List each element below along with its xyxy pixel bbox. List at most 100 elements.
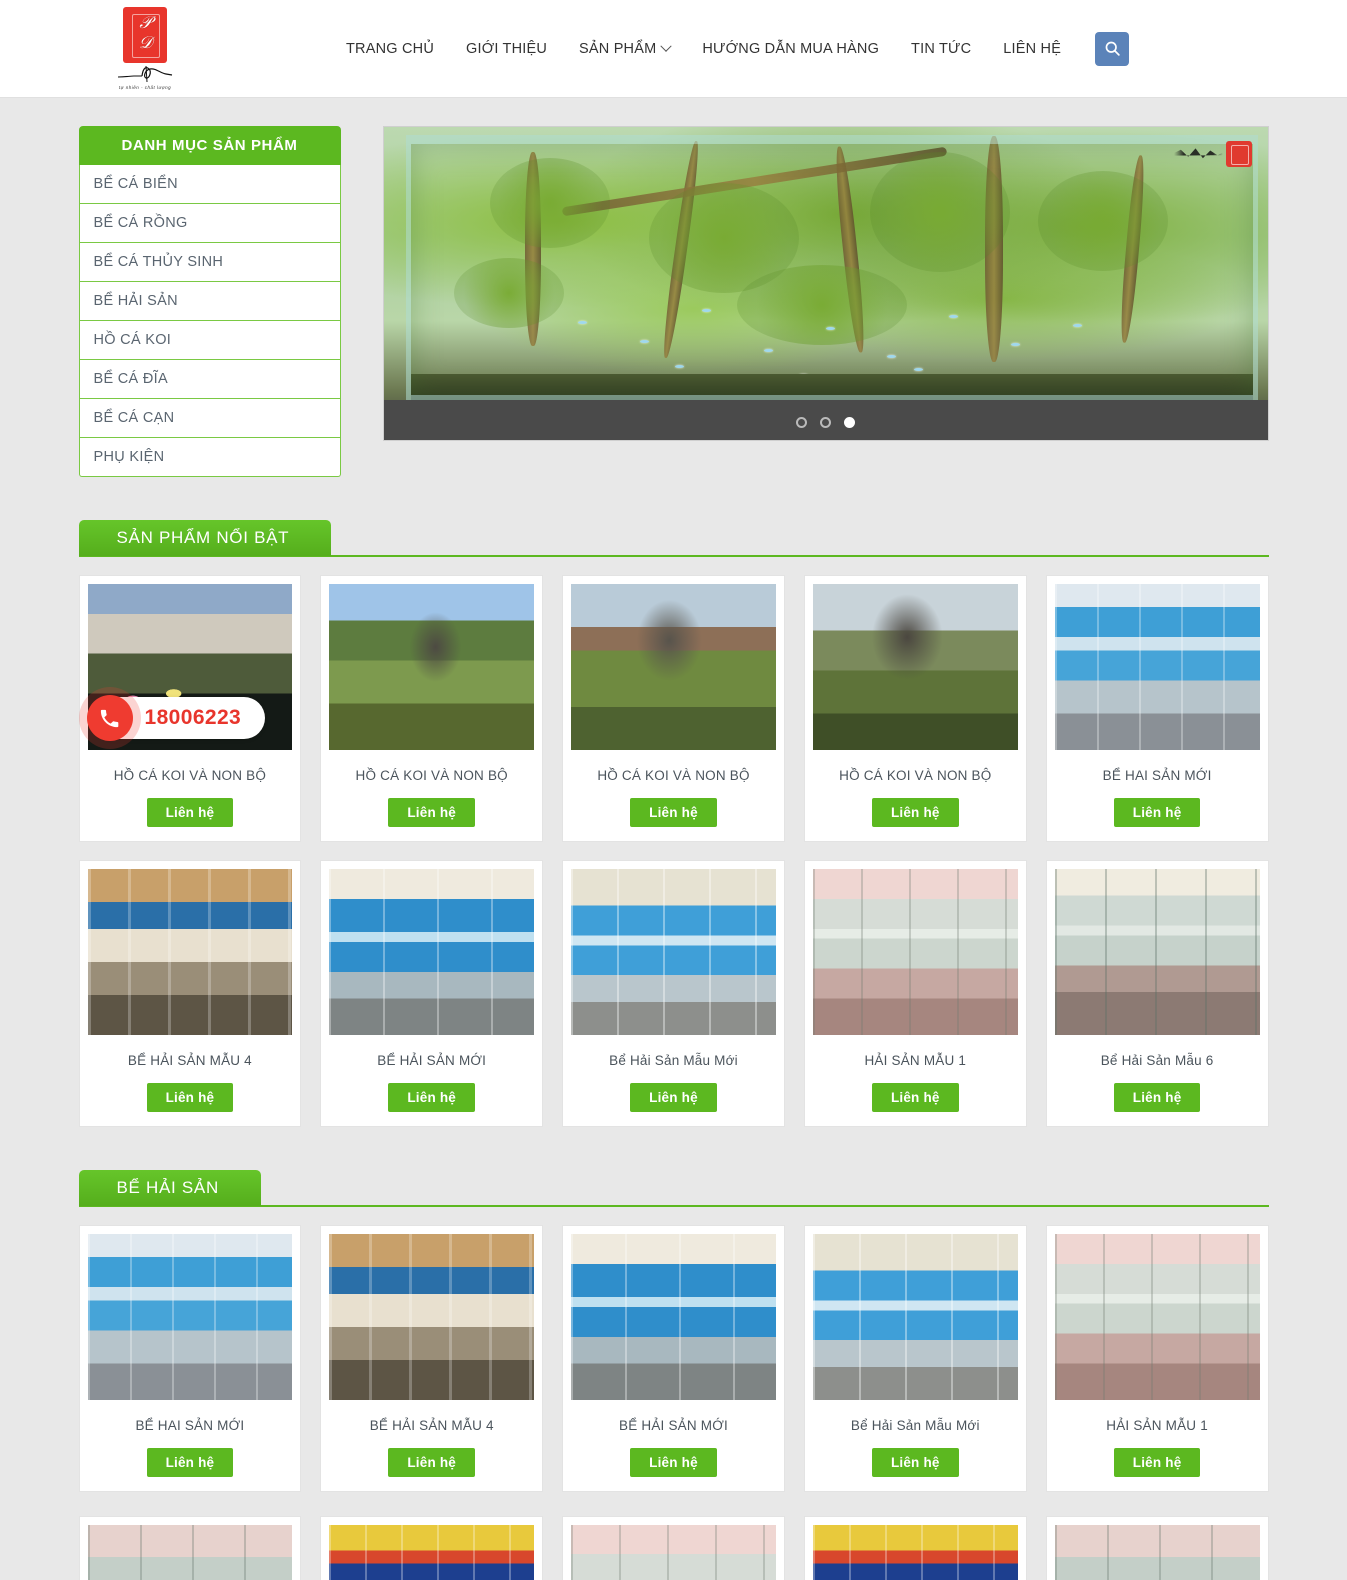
nav-label: GIỚI THIỆU	[466, 40, 548, 57]
product-title: HỒ CÁ KOI VÀ NON BỘ	[597, 768, 750, 783]
contact-button[interactable]: Liên hệ	[630, 1083, 717, 1112]
product-thumbnail	[571, 869, 776, 1035]
product-grid-featured-row2: BỂ HẢI SẢN MẪU 4 Liên hệ BỂ HẢI SẢN MỚI …	[78, 860, 1269, 1127]
hero-slider[interactable]	[382, 126, 1269, 441]
slider-dot-2[interactable]	[820, 417, 831, 428]
product-title: BỂ HAI SẢN MỚI	[135, 1418, 245, 1433]
main-navigation: TRANG CHỦ GIỚI THIỆU SẢN PHẨM HƯỚNG DẪN …	[330, 31, 1130, 67]
logo-mark-icon: 𝒫𝒟	[123, 7, 167, 63]
product-grid-seafood-row2-partial	[78, 1516, 1269, 1580]
product-card[interactable]: BỂ HẢI SẢN MỚI Liên hệ	[562, 1225, 785, 1492]
product-card[interactable]: Bể Hải Sản Mẫu Mới Liên hệ	[562, 860, 785, 1127]
product-thumbnail	[87, 1525, 293, 1580]
product-thumbnail	[329, 869, 535, 1035]
contact-button[interactable]: Liên hệ	[630, 798, 717, 827]
product-thumbnail	[1054, 1525, 1260, 1580]
sidebar-item-be-ca-bien[interactable]: BỂ CÁ BIỂN	[78, 165, 341, 204]
product-title: BỂ HẢI SẢN MẪU 4	[369, 1418, 494, 1433]
product-card[interactable]: BỂ HAI SẢN MỚI Liên hệ	[1045, 575, 1269, 842]
contact-button[interactable]: Liên hệ	[871, 798, 959, 827]
nav-item-huong-dan-mua-hang[interactable]: HƯỚNG DẪN MUA HÀNG	[686, 31, 895, 67]
contact-button[interactable]: Liên hệ	[388, 798, 476, 827]
product-thumbnail	[329, 584, 535, 750]
product-card[interactable]: HẢI SẢN MẪU 1 Liên hệ	[803, 860, 1027, 1127]
contact-button[interactable]: Liên hệ	[146, 1083, 234, 1112]
nav-label: TRANG CHỦ	[346, 40, 434, 57]
product-thumbnail	[1054, 1234, 1260, 1400]
section-title: SẢN PHẨM NỔI BẬT	[78, 520, 332, 556]
sidebar-item-phu-kien[interactable]: PHỤ KIỆN	[78, 438, 341, 477]
product-card[interactable]	[562, 1516, 785, 1580]
search-icon	[1105, 41, 1120, 56]
nav-label: SẢN PHẨM	[579, 40, 657, 57]
product-card[interactable]	[78, 1516, 302, 1580]
sidebar-item-be-ca-can[interactable]: BỂ CÁ CẠN	[78, 399, 341, 438]
slider-dot-1[interactable]	[796, 417, 807, 428]
contact-button[interactable]: Liên hệ	[1113, 798, 1201, 827]
contact-button[interactable]: Liên hệ	[1113, 1448, 1201, 1477]
product-card[interactable]: BỂ HẢI SẢN MẪU 4 Liên hệ	[78, 860, 302, 1127]
product-card[interactable]: HỒ CÁ KOI VÀ NON BỘ Liên hệ	[803, 575, 1027, 842]
content-container: 18006223 DANH MỤC SẢN PHẨM BỂ CÁ BIỂN BỂ…	[78, 98, 1269, 1580]
nav-item-trang-chu[interactable]: TRANG CHỦ	[330, 31, 450, 67]
sidebar-item-be-ca-thuy-sinh[interactable]: BỂ CÁ THỦY SINH	[78, 243, 341, 282]
sidebar-item-ho-ca-koi[interactable]: HỒ CÁ KOI	[78, 321, 341, 360]
slider-dot-3[interactable]	[844, 417, 855, 428]
logo-swash-icon	[116, 64, 174, 86]
product-thumbnail	[329, 1525, 535, 1580]
slider-dots	[384, 417, 1268, 428]
contact-button[interactable]: Liên hệ	[146, 1448, 234, 1477]
product-card[interactable]	[803, 1516, 1027, 1580]
contact-button[interactable]: Liên hệ	[388, 1448, 476, 1477]
sidebar-title: DANH MỤC SẢN PHẨM	[78, 126, 341, 165]
section-title: BỂ HẢI SẢN	[78, 1170, 261, 1206]
product-thumbnail	[812, 584, 1018, 750]
site-header: 𝒫𝒟 tự nhiên - chất lượng TRANG CHỦ GIỚI …	[0, 0, 1347, 98]
contact-button[interactable]: Liên hệ	[1113, 1083, 1201, 1112]
product-title: HỒ CÁ KOI VÀ NON BỘ	[113, 768, 267, 783]
product-grid-seafood-row1: BỂ HAI SẢN MỚI Liên hệ BỂ HẢI SẢN MẪU 4 …	[78, 1225, 1269, 1492]
product-card[interactable]: Bể Hải Sản Mẫu Mới Liên hệ	[803, 1225, 1027, 1492]
section-seafood-tanks: BỂ HẢI SẢN BỂ HAI SẢN MỚI Liên hệ BỂ HẢI…	[78, 1170, 1269, 1580]
product-thumbnail	[571, 1525, 776, 1580]
product-card[interactable]: BỂ HAI SẢN MỚI Liên hệ	[78, 1225, 302, 1492]
top-area: DANH MỤC SẢN PHẨM BỂ CÁ BIỂN BỂ CÁ RỒNG …	[78, 98, 1269, 477]
nav-item-lien-he[interactable]: LIÊN HỆ	[987, 31, 1077, 67]
nav-item-tin-tuc[interactable]: TIN TỨC	[895, 31, 987, 67]
product-card[interactable]: Bể Hải Sản Mẫu 6 Liên hệ	[1045, 860, 1269, 1127]
contact-button[interactable]: Liên hệ	[871, 1448, 959, 1477]
hotline-widget[interactable]: 18006223	[86, 695, 266, 741]
product-card[interactable]: BỂ HẢI SẢN MỚI Liên hệ	[320, 860, 544, 1127]
product-card[interactable]	[1045, 1516, 1269, 1580]
product-card[interactable]	[320, 1516, 544, 1580]
product-card[interactable]: HỒ CÁ KOI VÀ NON BỘ Liên hệ	[320, 575, 544, 842]
product-title: Bể Hải Sản Mẫu Mới	[609, 1053, 738, 1068]
product-title: HỒ CÁ KOI VÀ NON BỘ	[355, 768, 508, 783]
product-title: BỂ HẢI SẢN MỚI	[619, 1418, 728, 1433]
phone-icon	[100, 709, 119, 727]
product-title: HẢI SẢN MẪU 1	[1106, 1418, 1208, 1433]
logo-glyph-text: 𝒫𝒟	[138, 13, 153, 53]
product-card[interactable]: BỂ HẢI SẢN MẪU 4 Liên hệ	[320, 1225, 544, 1492]
product-card[interactable]: HẢI SẢN MẪU 1 Liên hệ	[1045, 1225, 1269, 1492]
nav-item-san-pham[interactable]: SẢN PHẨM	[563, 31, 686, 67]
product-card[interactable]: HỒ CÁ KOI VÀ NON BỘ Liên hệ	[562, 575, 785, 842]
product-thumbnail	[571, 1234, 776, 1400]
nav-item-gioi-thieu[interactable]: GIỚI THIỆU	[450, 31, 563, 67]
contact-button[interactable]: Liên hệ	[871, 1083, 959, 1112]
search-button[interactable]	[1095, 31, 1130, 66]
contact-button[interactable]: Liên hệ	[146, 798, 234, 827]
product-thumbnail	[329, 1234, 535, 1400]
contact-button[interactable]: Liên hệ	[630, 1448, 717, 1477]
product-thumbnail	[1054, 584, 1260, 750]
product-title: HỒ CÁ KOI VÀ NON BỘ	[839, 768, 992, 783]
product-thumbnail	[812, 1234, 1018, 1400]
nav-label: LIÊN HỆ	[1003, 40, 1062, 57]
site-logo[interactable]: 𝒫𝒟 tự nhiên - chất lượng	[100, 7, 190, 90]
nav-label: TIN TỨC	[911, 40, 972, 57]
phone-icon-circle	[86, 695, 133, 741]
sidebar-item-be-ca-dia[interactable]: BỂ CÁ ĐĨA	[78, 360, 341, 399]
sidebar-item-be-ca-rong[interactable]: BỂ CÁ RỒNG	[78, 204, 341, 243]
contact-button[interactable]: Liên hệ	[388, 1083, 476, 1112]
sidebar-item-be-hai-san[interactable]: BỂ HẢI SẢN	[78, 282, 341, 321]
